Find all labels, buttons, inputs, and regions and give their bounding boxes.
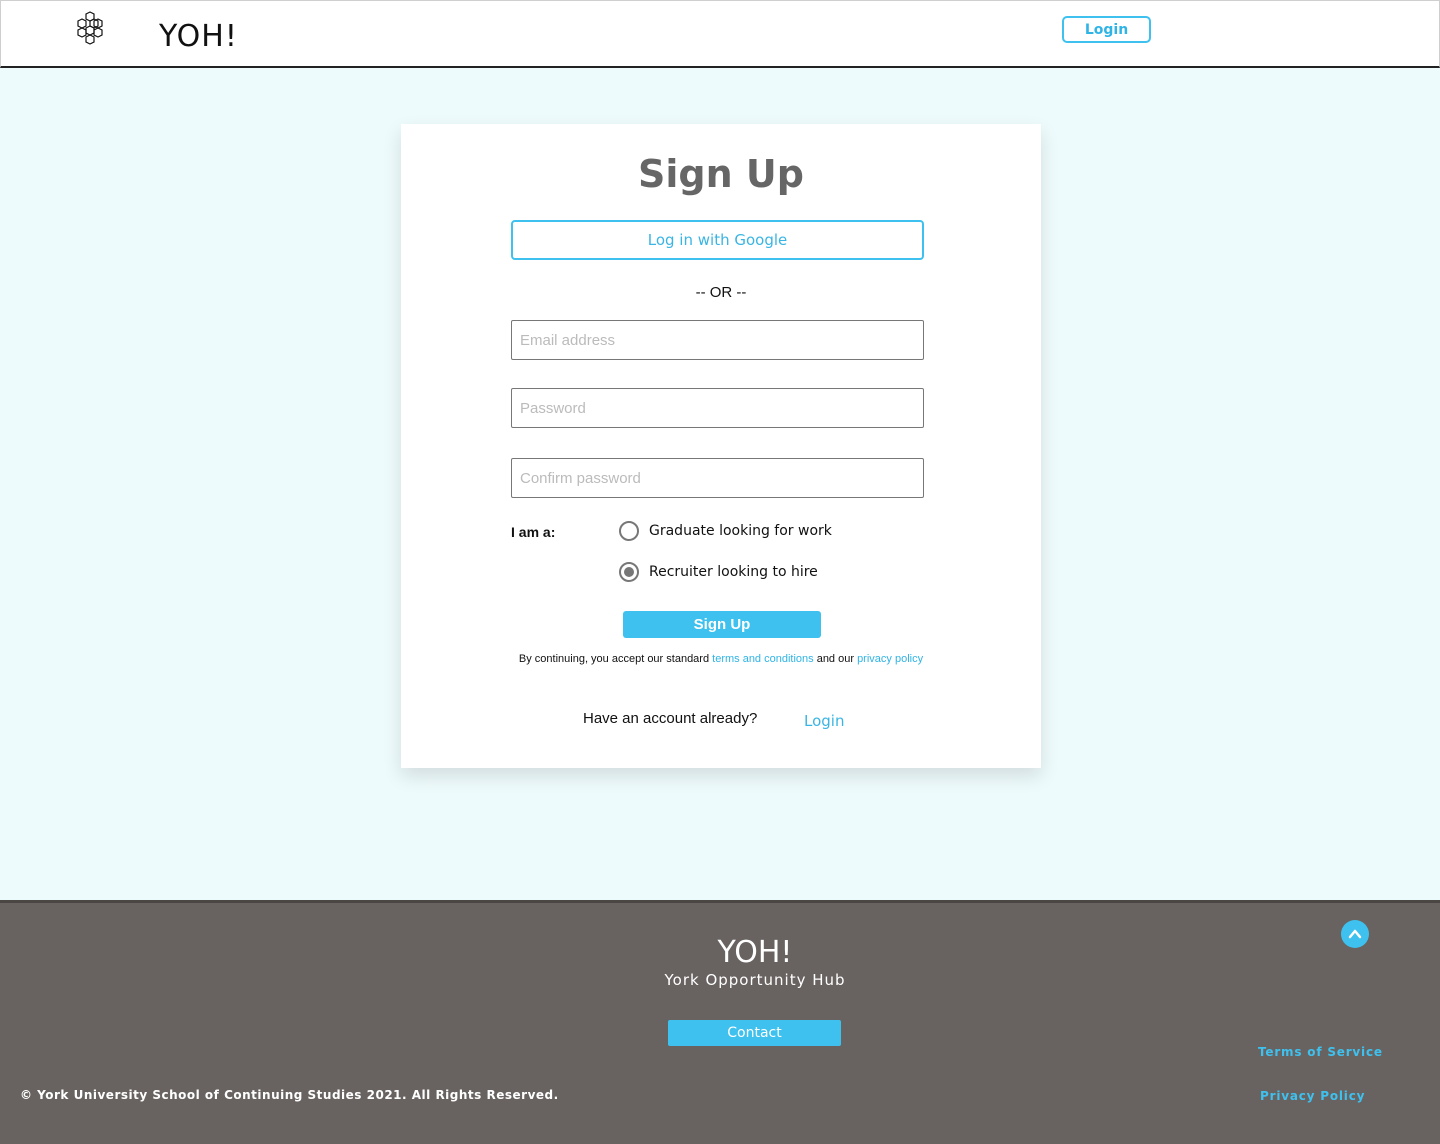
password-field[interactable] <box>511 388 924 428</box>
email-field[interactable] <box>511 320 924 360</box>
confirm-password-field[interactable] <box>511 458 924 498</box>
signup-button[interactable]: Sign Up <box>623 611 821 638</box>
privacy-link[interactable]: privacy policy <box>857 653 923 665</box>
radio-graduate[interactable] <box>619 521 639 541</box>
site-header: YOH! Login <box>0 0 1440 68</box>
role-option-label: Graduate looking for work <box>649 523 832 539</box>
privacy-policy-link[interactable]: Privacy Policy <box>1260 1089 1365 1103</box>
terms-notice: By continuing, you accept our standard t… <box>401 653 1041 665</box>
page-title: Sign Up <box>638 152 804 196</box>
login-link[interactable]: Login <box>804 712 844 730</box>
copyright-text: © York University School of Continuing S… <box>20 1088 559 1102</box>
honeycomb-icon[interactable] <box>71 10 111 50</box>
role-option-recruiter[interactable]: Recruiter looking to hire <box>619 562 818 582</box>
role-option-label: Recruiter looking to hire <box>649 564 818 580</box>
terms-middle: and our <box>813 653 858 665</box>
chevron-up-icon <box>1348 929 1362 939</box>
brand-title[interactable]: YOH! <box>159 19 238 54</box>
signup-card: Sign Up Log in with Google -- OR -- I am… <box>401 124 1041 768</box>
role-label: I am a: <box>511 524 556 540</box>
site-footer: YOH! York Opportunity Hub Contact © York… <box>0 900 1440 1144</box>
or-divider: -- OR -- <box>695 284 747 301</box>
terms-link[interactable]: terms and conditions <box>712 653 814 665</box>
footer-brand: YOH! <box>717 935 793 970</box>
role-option-graduate[interactable]: Graduate looking for work <box>619 521 832 541</box>
contact-button[interactable]: Contact <box>668 1020 841 1046</box>
scroll-to-top-button[interactable] <box>1341 920 1369 948</box>
google-login-button[interactable]: Log in with Google <box>511 220 924 260</box>
header-login-button[interactable]: Login <box>1062 16 1151 43</box>
have-account-text: Have an account already? <box>583 710 758 727</box>
footer-subtitle: York Opportunity Hub <box>664 971 846 989</box>
terms-prefix: By continuing, you accept our standard <box>518 653 713 665</box>
terms-of-service-link[interactable]: Terms of Service <box>1258 1045 1383 1059</box>
radio-recruiter[interactable] <box>619 562 639 582</box>
